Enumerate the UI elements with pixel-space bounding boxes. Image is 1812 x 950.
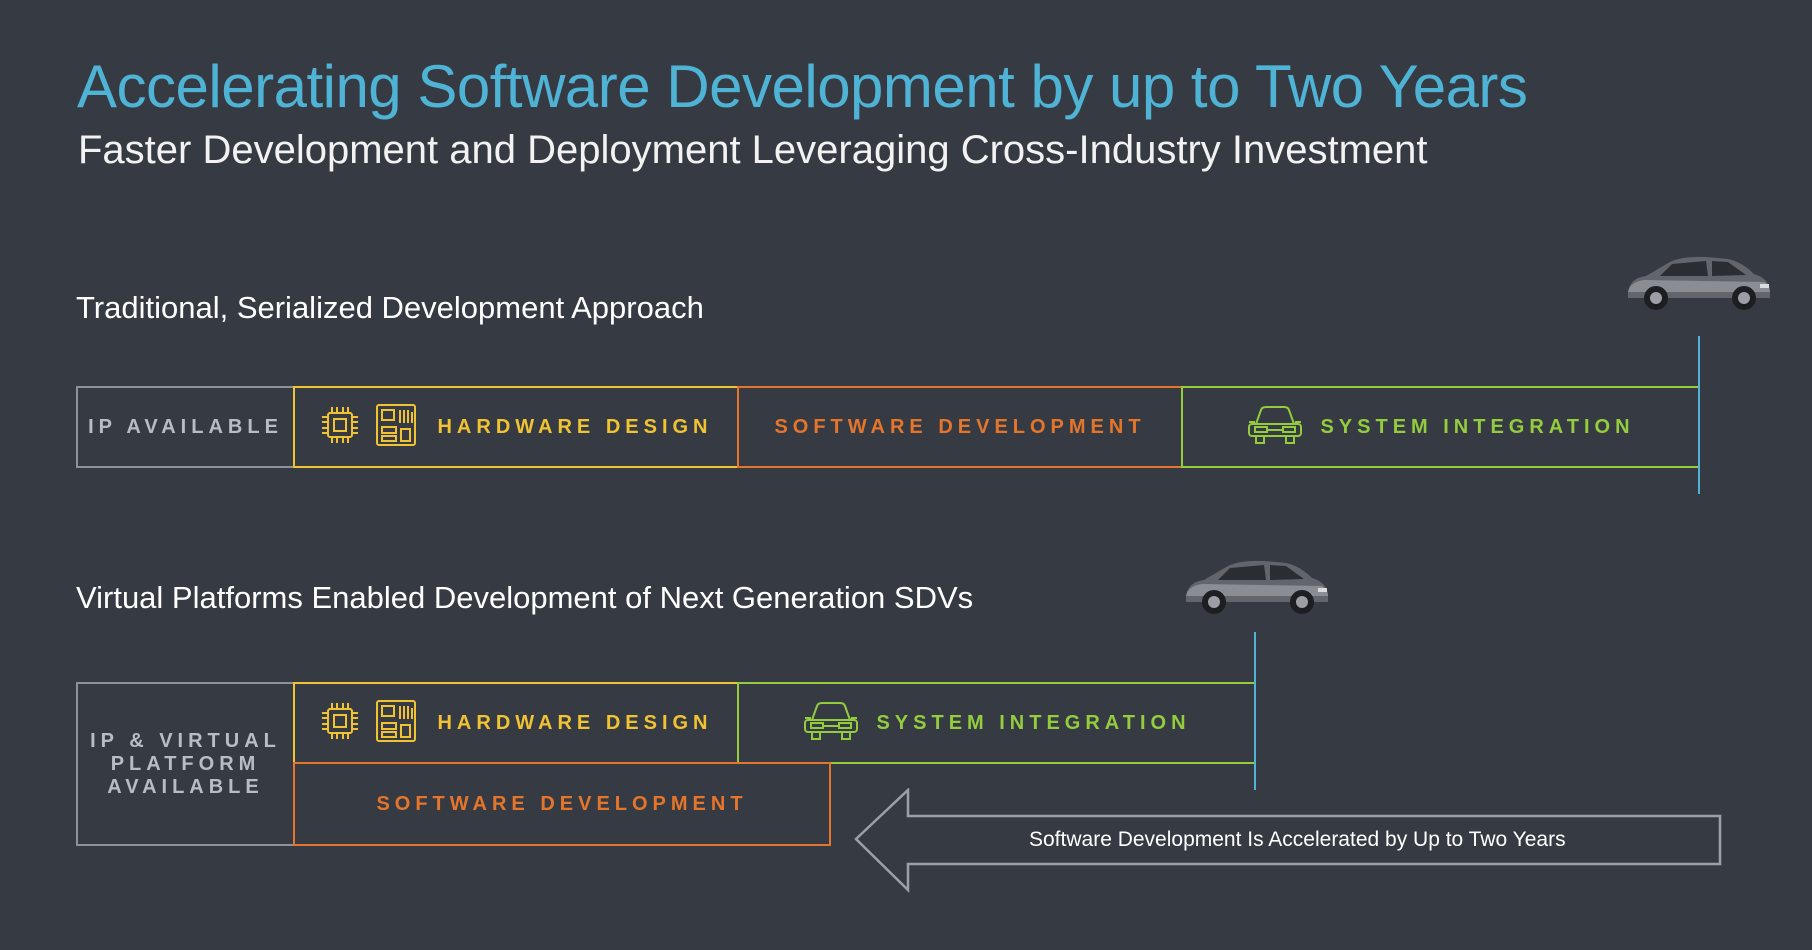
- virtual-software-development-box: SOFTWARE DEVELOPMENT: [293, 762, 831, 846]
- circuit-board-icon: [375, 699, 417, 748]
- virtual-car-image: [1182, 556, 1330, 618]
- car-front-icon: [802, 700, 860, 747]
- car-front-icon: [1246, 404, 1304, 451]
- hardware-design-box: HARDWARE DESIGN: [293, 386, 739, 468]
- virtual-hardware-design-label: HARDWARE DESIGN: [437, 711, 713, 734]
- page-subtitle: Faster Development and Deployment Levera…: [78, 128, 1428, 172]
- traditional-end-marker: [1698, 336, 1700, 494]
- ip-virtual-platform-label: IP & VIRTUAL PLATFORM AVAILABLE: [90, 729, 281, 798]
- virtual-heading: Virtual Platforms Enabled Development of…: [76, 580, 974, 615]
- virtual-end-marker: [1254, 632, 1256, 790]
- circuit-board-icon: [375, 403, 417, 452]
- system-integration-label: SYSTEM INTEGRATION: [1320, 415, 1635, 438]
- traditional-heading: Traditional, Serialized Development Appr…: [76, 290, 704, 325]
- software-development-box: SOFTWARE DEVELOPMENT: [737, 386, 1183, 468]
- virtual-system-integration-box: SYSTEM INTEGRATION: [737, 682, 1256, 764]
- acceleration-arrow-text: Software Development Is Accelerated by U…: [1029, 828, 1566, 851]
- ip-available-box: IP AVAILABLE: [76, 386, 295, 468]
- system-integration-box: SYSTEM INTEGRATION: [1181, 386, 1700, 468]
- page-title: Accelerating Software Development by up …: [77, 53, 1528, 120]
- ip-available-label: IP AVAILABLE: [88, 415, 283, 438]
- chip-icon: [319, 700, 361, 747]
- software-development-label: SOFTWARE DEVELOPMENT: [774, 415, 1146, 438]
- virtual-software-development-label: SOFTWARE DEVELOPMENT: [376, 792, 748, 815]
- chip-icon: [319, 404, 361, 451]
- traditional-car-image: [1624, 252, 1772, 314]
- ip-virtual-platform-box: IP & VIRTUAL PLATFORM AVAILABLE: [76, 682, 295, 846]
- virtual-hardware-design-box: HARDWARE DESIGN: [293, 682, 739, 764]
- hardware-design-label: HARDWARE DESIGN: [437, 415, 713, 438]
- virtual-system-integration-label: SYSTEM INTEGRATION: [876, 711, 1191, 734]
